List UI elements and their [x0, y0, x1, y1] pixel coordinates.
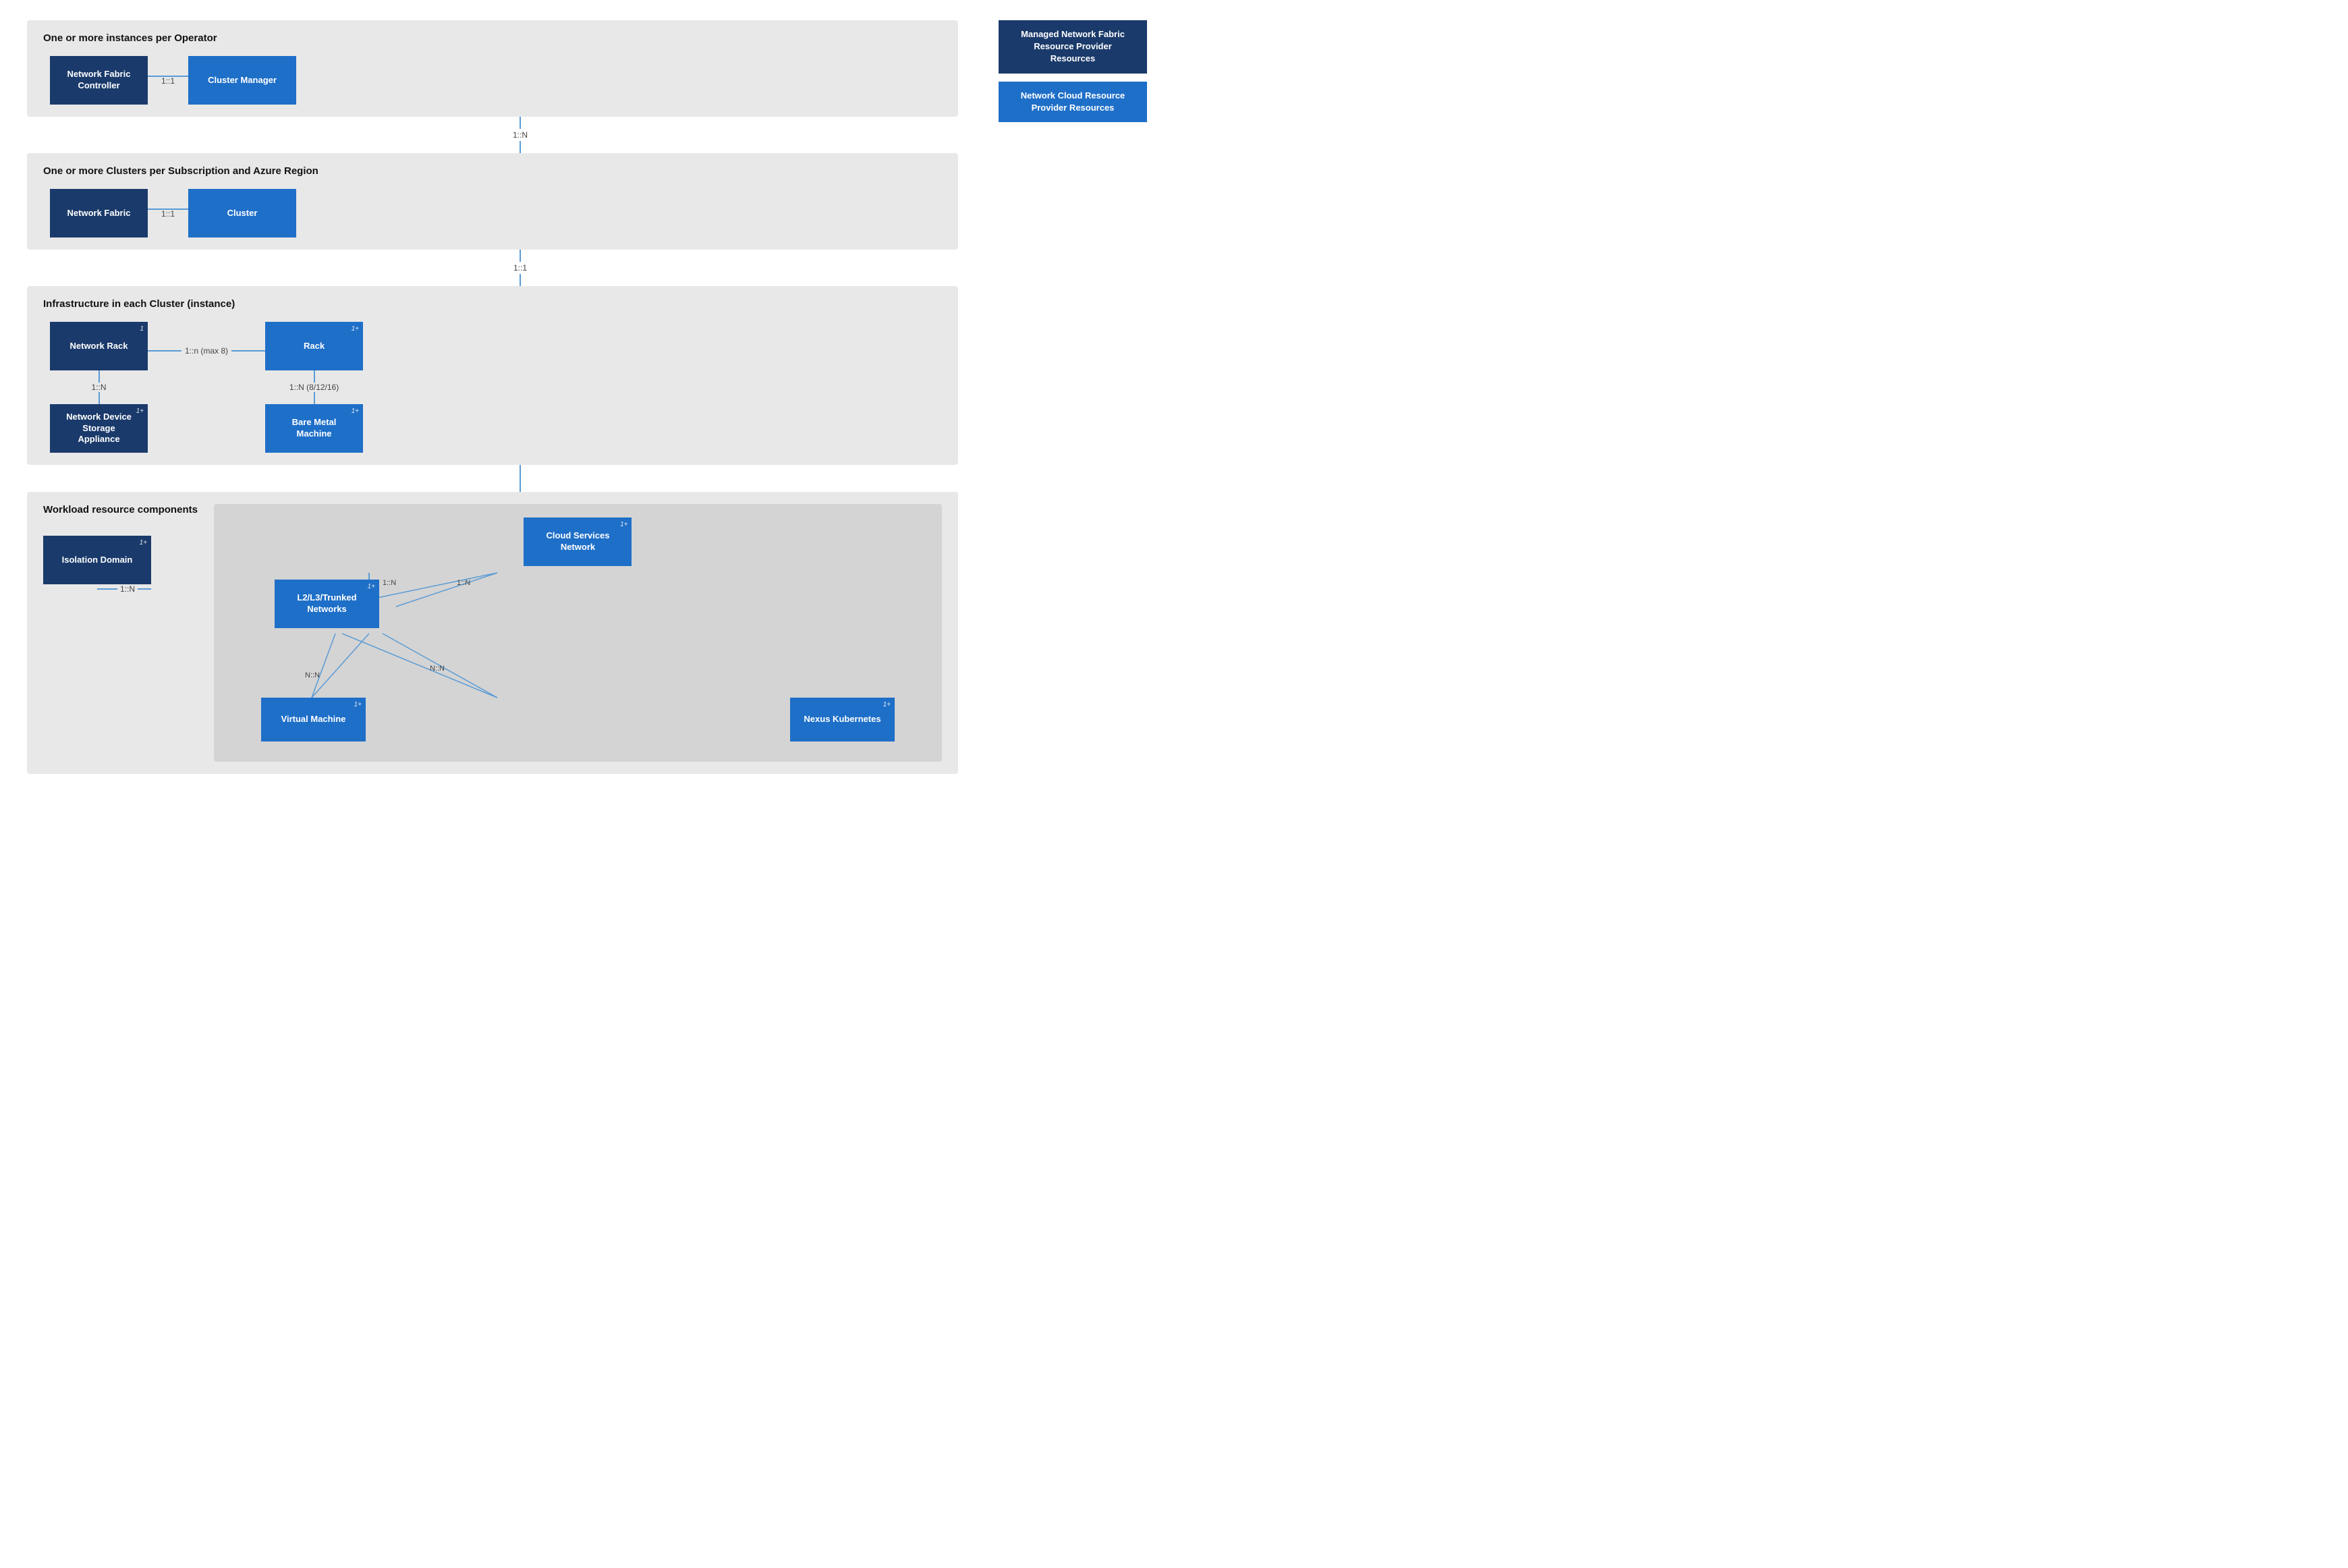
badge-network-rack: 1 [140, 325, 144, 333]
conn-horiz-label: 1::n (max 8) [181, 346, 231, 356]
section-workload: Workload resource components Isolation D… [27, 492, 958, 774]
node-rack: Rack 1+ [265, 322, 363, 370]
node-virtual-machine: Virtual Machine 1+ [261, 698, 366, 741]
node-l2l3: L2/L3/Trunked Networks 1+ [275, 580, 379, 628]
node-isolation-domain: Isolation Domain 1+ [43, 536, 151, 584]
node-cluster: Cluster [188, 189, 296, 237]
section-infrastructure: Infrastructure in each Cluster (instance… [27, 286, 958, 465]
badge-bare-metal: 1+ [352, 407, 359, 416]
section-operator: One or more instances per Operator Netwo… [27, 20, 958, 117]
conn-isolation-label: 1::N [117, 584, 138, 594]
svg-text:1::N: 1::N [383, 579, 396, 587]
conn-left-label: 1::N [91, 383, 106, 392]
node-network-fabric-controller: Network Fabric Controller [50, 56, 148, 105]
connector-s2-s3: 1::1 [82, 250, 958, 286]
legend-managed: Managed Network Fabric Resource Provider… [999, 20, 1147, 74]
badge-cloud: 1+ [620, 520, 627, 529]
node-network-rack: Network Rack 1 [50, 322, 148, 370]
svg-text:N::N: N::N [305, 671, 320, 679]
node-nexus: Nexus Kubernetes 1+ [790, 698, 895, 741]
section2-title: One or more Clusters per Subscription an… [43, 165, 942, 177]
section-clusters: One or more Clusters per Subscription an… [27, 153, 958, 250]
badge-vm: 1+ [354, 700, 362, 709]
connector-1-1: 1::1 [161, 76, 175, 86]
legend-cloud: Network Cloud Resource Provider Resource… [999, 82, 1147, 122]
svg-text:N::N: N::N [430, 665, 445, 673]
connector-s1-s2: 1::N [82, 117, 958, 153]
node-network-device: Network Device Storage Appliance 1+ [50, 404, 148, 453]
badge-nexus: 1+ [883, 700, 891, 709]
badge-isolation: 1+ [140, 538, 147, 547]
section1-title: One or more instances per Operator [43, 32, 942, 44]
legend: Managed Network Fabric Resource Provider… [999, 20, 1147, 122]
svg-text:1::N: 1::N [457, 579, 470, 587]
section4-title: Workload resource components [43, 504, 198, 515]
node-network-fabric: Network Fabric [50, 189, 148, 237]
badge-l2l3: 1+ [368, 582, 375, 591]
infra-left-col: Network Rack 1 1::N Network Device Stora… [50, 322, 148, 453]
infra-right-col: Rack 1+ 1::N (8/12/16) Bare Metal Machin… [265, 322, 363, 453]
connector-1-1-b: 1::1 [161, 209, 175, 219]
badge-network-device: 1+ [136, 407, 144, 416]
conn-right-label: 1::N (8/12/16) [289, 383, 339, 392]
node-cluster-manager: Cluster Manager [188, 56, 296, 105]
section3-title: Infrastructure in each Cluster (instance… [43, 298, 942, 310]
node-cloud-services: Cloud Services Network 1+ [524, 517, 632, 566]
connector-s3-s4 [82, 465, 958, 492]
node-bare-metal: Bare Metal Machine 1+ [265, 404, 363, 453]
badge-rack: 1+ [352, 325, 359, 333]
